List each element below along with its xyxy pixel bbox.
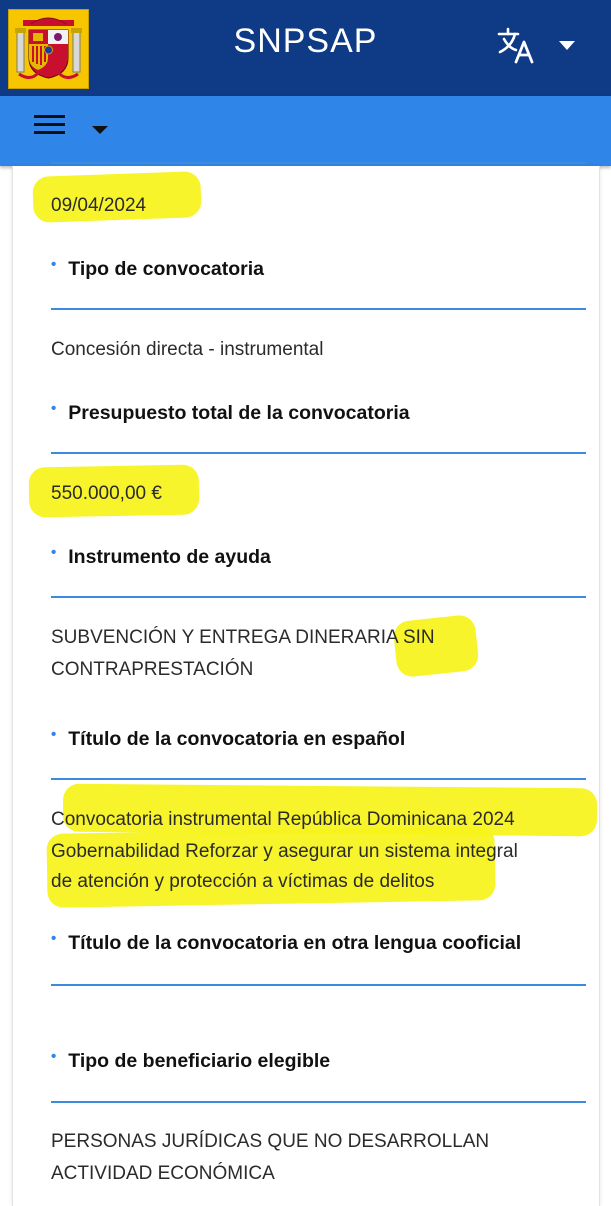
chevron-down-icon bbox=[559, 41, 575, 50]
field-value-titulo-espanol-line-1: Convocatoria instrumental República Domi… bbox=[51, 809, 515, 830]
field-divider bbox=[51, 308, 586, 310]
field-label-titulo-espanol: • Título de la convocatoria en español bbox=[51, 726, 406, 750]
bullet-icon: • bbox=[51, 930, 57, 947]
field-divider bbox=[51, 452, 586, 454]
field-value-titulo-espanol-line-2: Gobernabilidad Reforzar y asegurar un si… bbox=[51, 841, 518, 862]
field-value-tipo-beneficiario-line-2: ACTIVIDAD ECONÓMICA bbox=[51, 1163, 275, 1184]
menu-button[interactable] bbox=[34, 115, 114, 145]
field-divider bbox=[51, 1101, 586, 1103]
field-label-tipo-beneficiario: • Tipo de beneficiario elegible bbox=[51, 1048, 331, 1072]
field-value-tipo-convocatoria: Concesión directa - instrumental bbox=[51, 339, 324, 360]
field-label-presupuesto: • Presupuesto total de la convocatoria bbox=[51, 400, 410, 424]
detail-card: 09/04/2024 • Tipo de convocatoria Concesi… bbox=[12, 162, 600, 1206]
field-value-presupuesto: 550.000,00 € bbox=[51, 483, 162, 504]
bullet-icon: • bbox=[51, 544, 57, 561]
bullet-icon: • bbox=[51, 726, 57, 743]
field-divider bbox=[51, 778, 586, 780]
bullet-icon: • bbox=[51, 400, 57, 417]
field-divider bbox=[51, 984, 586, 986]
field-divider bbox=[51, 162, 586, 164]
field-label-instrumento: • Instrumento de ayuda bbox=[51, 544, 271, 568]
bullet-icon: • bbox=[51, 1048, 57, 1065]
bullet-icon: • bbox=[51, 256, 57, 273]
field-value-date: 09/04/2024 bbox=[51, 195, 147, 216]
field-value-instrumento-line-2: CONTRAPRESTACIÓN bbox=[51, 659, 254, 680]
nav-bar bbox=[0, 96, 611, 166]
language-selector[interactable] bbox=[496, 26, 586, 66]
field-value-instrumento-line-1: SUBVENCIÓN Y ENTREGA DINERARIA SIN bbox=[51, 627, 435, 648]
field-label-tipo-convocatoria: • Tipo de convocatoria bbox=[51, 256, 265, 280]
field-value-titulo-espanol-line-3: de atención y protección a víctimas de d… bbox=[51, 871, 435, 892]
field-value-tipo-beneficiario-line-1: PERSONAS JURÍDICAS QUE NO DESARROLLAN bbox=[51, 1131, 490, 1152]
app-header: SNPSAP bbox=[0, 0, 611, 96]
field-divider bbox=[51, 596, 586, 598]
translate-icon bbox=[496, 26, 536, 71]
chevron-down-icon bbox=[92, 126, 108, 134]
field-label-titulo-cooficial: • Título de la convocatoria en otra lengu… bbox=[51, 930, 522, 954]
